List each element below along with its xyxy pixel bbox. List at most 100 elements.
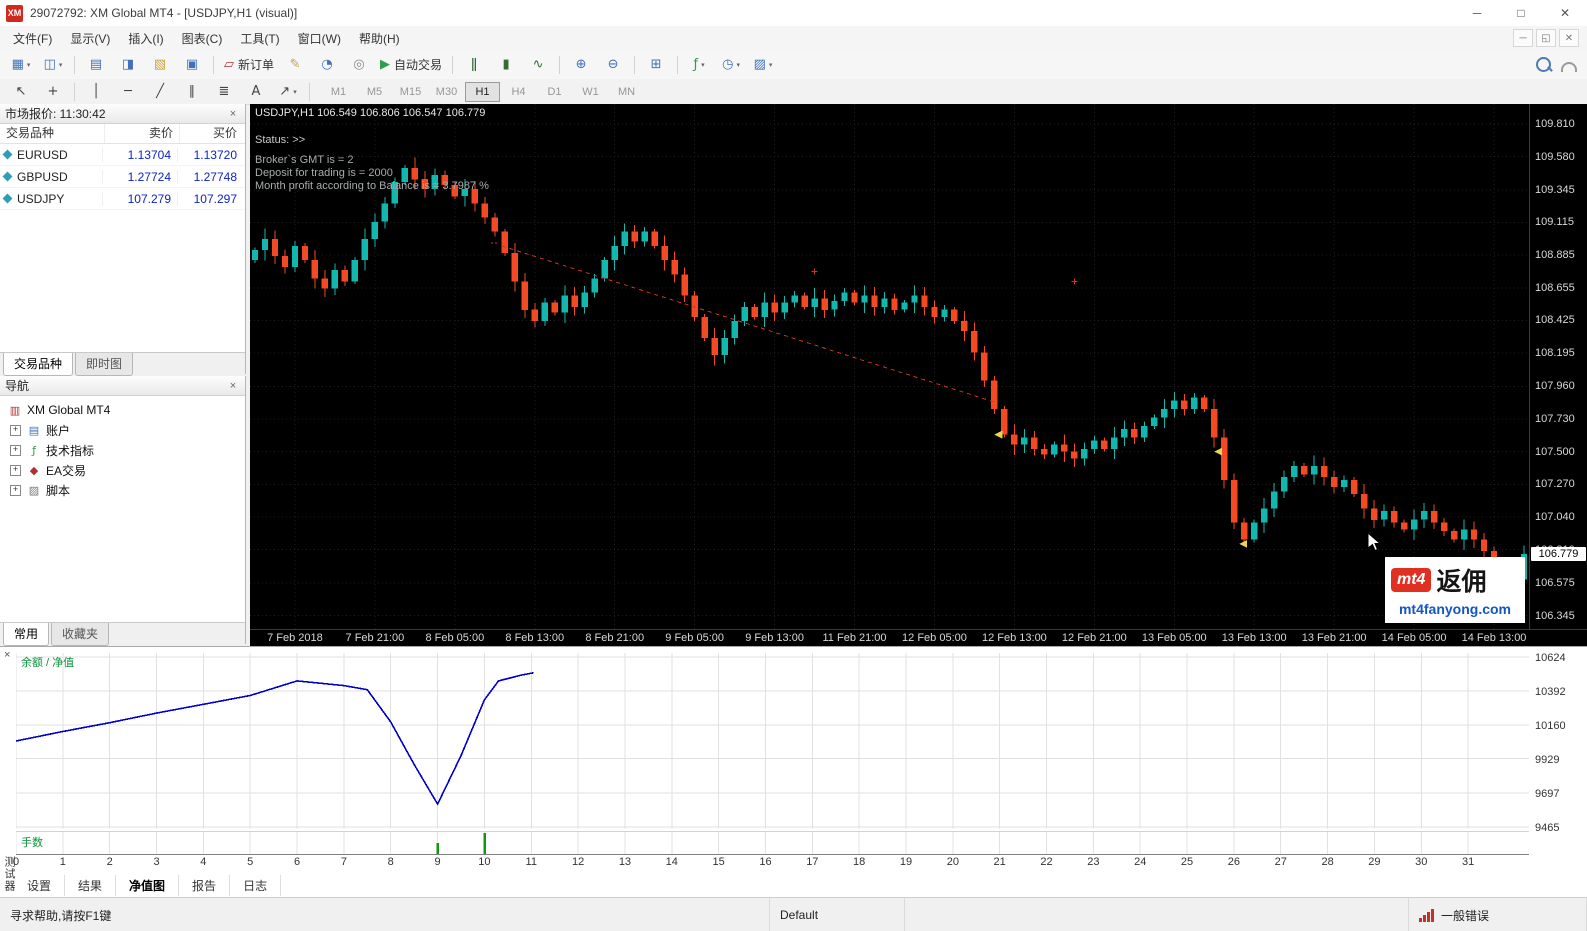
templates-icon[interactable]: ▨ ▾ [748,53,778,76]
statusbar-connection[interactable]: 一般错误 [1409,898,1587,931]
equity-y-label: 9697 [1535,787,1560,800]
history-center-icon[interactable]: ◔ [312,53,342,76]
navigator-tab[interactable]: 收藏夹 [51,623,110,646]
expand-icon[interactable]: + [10,484,21,496]
autotrading-icon[interactable]: ▶ 自动交易 [376,53,446,76]
window-title: 29072792: XM Global MT4 - [USDJPY,H1 (vi… [30,6,298,20]
tester-tab[interactable]: 设置 [14,875,66,896]
market-watch-row[interactable]: USDJPY 107.279 107.297 [0,188,245,210]
tester-tabs: 设置 结果 净值图 报告 日志 [14,875,282,896]
chart-bars-icon[interactable]: ǁ [459,53,489,76]
terminal-icon[interactable]: ▣ [177,53,207,76]
channel-tool-icon[interactable]: ∥ [177,80,207,103]
market-watch-tab[interactable]: 即时图 [75,353,134,376]
timeframe-button-w1[interactable]: W1 [573,82,608,102]
autotrading-label: 自动交易 [394,58,443,72]
options-icon[interactable]: ◎ [344,53,374,76]
indicators-group-icon: ƒ [32,443,36,457]
time-scale[interactable]: 7 Feb 2018 7 Feb 21:00 8 Feb 05:00 8 Feb 13… [250,629,1587,646]
equity-x-label: 26 [1227,856,1241,868]
navigator-item[interactable]: ▥ XM Global MT4 [0,400,245,420]
tester-tab[interactable]: 净值图 [116,875,180,896]
tester-tab[interactable]: 日志 [230,875,282,896]
arrows-tool-icon[interactable]: ↗ ▾ [273,80,303,103]
menu-item[interactable]: 帮助(H) [350,27,409,50]
navigator-tab[interactable]: 常用 [3,623,50,646]
market-watch-row[interactable]: GBPUSD 1.27724 1.27748 [0,166,245,188]
menu-item[interactable]: 窗口(W) [289,27,350,50]
cursor-tool-icon[interactable]: ↖ [6,80,36,103]
timeframe-button-h4[interactable]: H4 [501,82,536,102]
navigator-icon[interactable]: ▧ [145,53,175,76]
tile-windows-icon[interactable]: ⊞ [641,53,671,76]
periods-icon[interactable]: ◷ ▾ [716,53,746,76]
navigator-item[interactable]: + ◆ EA交易 [0,460,245,480]
equity-chart-area[interactable]: 余额 / 净值 [16,653,1529,829]
new-order-icon[interactable]: ▱ 新订单 [220,53,278,76]
trendline-tool-icon[interactable]: ╱ [145,80,175,103]
mdi-close-button[interactable]: ✕ [1559,29,1579,47]
indicators-icon[interactable]: ƒ ▾ [684,53,714,76]
timeframe-button-m5[interactable]: M5 [357,82,392,102]
support-icon[interactable] [1561,61,1577,72]
close-icon[interactable]: × [4,649,10,661]
chart-plot-area[interactable]: USDJPY,H1 106.549 106.806 106.547 106.77… [250,104,1529,629]
equity-x-label: 18 [853,856,866,868]
chart-line-icon[interactable]: ∿ [523,53,553,76]
connection-bars-icon [1419,908,1434,922]
column-ask[interactable]: 买价 [179,124,245,143]
metaeditor-icon[interactable]: ✎ [280,53,310,76]
text-tool-icon[interactable]: A [241,80,271,103]
navigator-item[interactable]: + ▨ 脚本 [0,480,245,500]
timeframe-button-mn[interactable]: MN [609,82,644,102]
timeframe-button-h1[interactable]: H1 [465,81,500,102]
timeframe-button-m15[interactable]: M15 [393,82,428,102]
menu-item[interactable]: 工具(T) [231,27,288,50]
window-minimize-button[interactable]: ─ [1455,0,1499,26]
market-watch-tab[interactable]: 交易品种 [3,353,74,376]
zoom-out-icon[interactable]: ⊖ [598,53,628,76]
window-close-button[interactable]: ✕ [1543,0,1587,26]
horizontal-line-tool-icon[interactable]: ─ [113,80,143,103]
menu-item[interactable]: 图表(C) [173,27,232,50]
data-window-icon[interactable]: ◨ [113,53,143,76]
zoom-in-icon[interactable]: ⊕ [566,53,596,76]
chart-ohlc-readout: USDJPY,H1 106.549 106.806 106.547 106.77… [255,107,486,119]
menu-item[interactable]: 插入(I) [119,27,172,50]
close-icon[interactable]: × [226,108,240,120]
vertical-line-tool-icon[interactable]: │ [81,80,111,103]
navigator-item[interactable]: + ƒ 技术指标 [0,440,245,460]
fibonacci-tool-icon[interactable]: ≣ [209,80,239,103]
menu-item[interactable]: 文件(F) [4,27,61,50]
price-scale[interactable]: 109.810 109.580 109.345 109.115 108.885 108.6… [1529,104,1587,629]
crosshair-tool-icon[interactable]: + [38,80,68,103]
market-watch-icon[interactable]: ▤ [81,53,111,76]
menu-item[interactable]: 显示(V) [61,27,119,50]
timeframe-button-m30[interactable]: M30 [429,82,464,102]
window-maximize-button[interactable]: □ [1499,0,1543,26]
expand-icon[interactable]: + [10,424,21,436]
timeframe-button-m1[interactable]: M1 [321,82,356,102]
tester-side-label[interactable]: 测试器 [1,856,17,892]
column-bid[interactable]: 卖价 [104,124,179,143]
equity-x-label: 7 [340,856,347,868]
equity-x-label: 8 [387,856,394,868]
new-chart-icon[interactable]: ▦ ▾ [6,53,36,76]
navigator-item[interactable]: + ▤ 账户 [0,420,245,440]
mdi-minimize-button[interactable]: ─ [1513,29,1533,47]
profiles-icon[interactable]: ◫ ▾ [38,53,68,76]
timeframe-button-d1[interactable]: D1 [537,82,572,102]
mdi-restore-button[interactable]: ◱ [1536,29,1556,47]
expand-icon[interactable]: + [10,444,21,456]
tester-tab[interactable]: 报告 [179,875,231,896]
search-icon[interactable] [1536,57,1551,72]
close-icon[interactable]: × [226,380,240,392]
chart-candles-icon[interactable]: ▮ [491,53,521,76]
expand-icon[interactable]: + [10,464,21,476]
statusbar-profile[interactable]: Default [770,898,905,931]
market-watch-row[interactable]: EURUSD 1.13704 1.13720 [0,144,245,166]
market-watch-rows: EURUSD 1.13704 1.13720 GBPUSD 1.27724 1.27748… [0,144,245,210]
tester-tab[interactable]: 结果 [65,875,117,896]
toolbar-right-group [1536,57,1587,72]
column-symbol[interactable]: 交易品种 [0,124,104,143]
